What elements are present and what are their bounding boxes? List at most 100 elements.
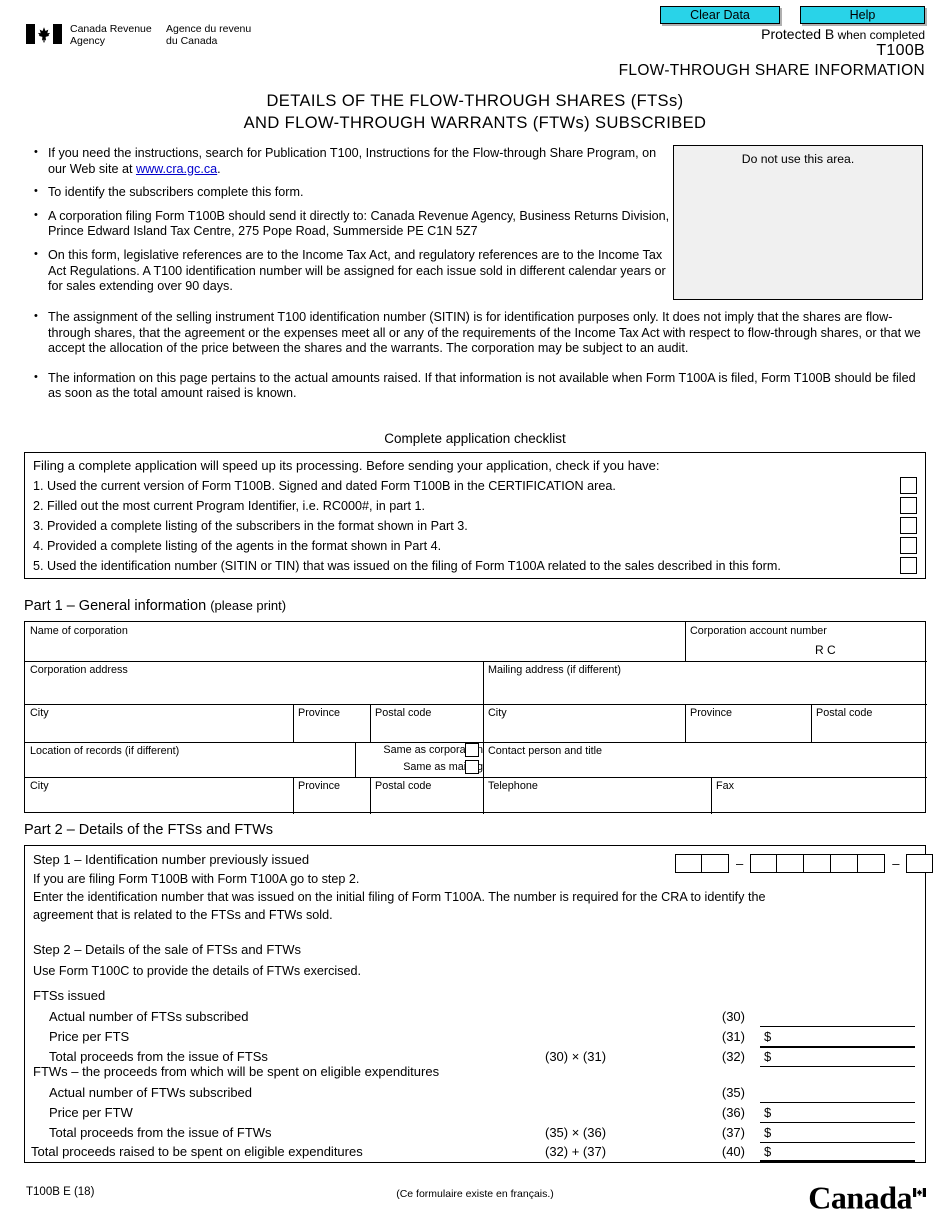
amount-input-30[interactable] (760, 1026, 915, 1027)
id-digit-cell[interactable] (675, 854, 702, 873)
divider (25, 704, 927, 705)
same-as-mailing-checkbox[interactable] (465, 760, 479, 774)
cra-website-link[interactable]: www.cra.gc.ca (136, 162, 217, 176)
bullet-text: To identify the subscribers complete thi… (48, 185, 304, 200)
divider (25, 777, 927, 778)
bullet-text: On this form, legislative references are… (48, 247, 666, 294)
page-title-line1: DETAILS OF THE FLOW-THROUGH SHARES (FTSs… (266, 92, 684, 110)
header-buttons: Clear Data Help (660, 6, 925, 26)
list-item: A corporation filing Form T100B should s… (30, 208, 670, 240)
cra-agency-fr-line1: Agence du revenu (166, 23, 252, 35)
id-digit-cell[interactable] (804, 854, 832, 873)
amount-input-32[interactable] (760, 1066, 915, 1067)
field-label: City (30, 780, 49, 792)
field-label: Mailing address (if different) (488, 664, 622, 676)
id-group-3[interactable] (906, 854, 934, 873)
row-formula-32: (30) × (31) (545, 1049, 607, 1064)
step2-title: Step 2 – Details of the sale of FTSs and… (33, 942, 302, 957)
id-digit-cell[interactable] (831, 854, 859, 873)
field-label: Postal code (375, 780, 432, 792)
part1-heading-sub: (please print) (210, 598, 287, 613)
amount-input-35[interactable] (760, 1102, 915, 1103)
field-label: Contact person and title (488, 745, 603, 757)
field-label: Postal code (816, 707, 873, 719)
field-label: Province (298, 707, 341, 719)
field-label: Telephone (488, 780, 538, 792)
id-digit-cell[interactable] (858, 854, 886, 873)
row-code-32: (32) (721, 1049, 745, 1064)
divider (355, 742, 356, 777)
field-label: Corporation address (30, 664, 128, 676)
divider (370, 777, 371, 814)
page-title-line2: AND FLOW-THROUGH WARRANTS (FTWs) SUBSCRI… (243, 114, 707, 132)
checklist-item-4: 4. Provided a complete listing of the ag… (33, 539, 442, 553)
do-not-use-area: Do not use this area. (673, 145, 923, 300)
id-digit-cell[interactable] (750, 854, 778, 873)
checklist-item-3: 3. Provided a complete listing of the su… (33, 519, 468, 533)
checklist-title: Complete application checklist (384, 431, 566, 446)
checklist-checkbox-3[interactable] (900, 517, 917, 534)
divider (685, 704, 686, 742)
clear-data-button[interactable]: Clear Data (660, 6, 780, 24)
checklist-checkbox-5[interactable] (900, 557, 917, 574)
cra-agency-en-line2: Agency (70, 34, 106, 47)
same-as-corporation-checkbox[interactable] (465, 743, 479, 757)
bullet-text-post: . (217, 161, 221, 176)
fts-heading: FTSs issued (33, 988, 106, 1003)
row-label-32: Total proceeds from the issue of FTSs (49, 1049, 268, 1064)
checklist-checkbox-2[interactable] (900, 497, 917, 514)
form-page: Clear Data Help Protected B when complet… (0, 0, 950, 1230)
currency-symbol: $ (764, 1125, 772, 1140)
amount-input-40[interactable] (760, 1160, 915, 1162)
part1-table: Name of corporation Corporation account … (24, 621, 927, 814)
part1-heading: Part 1 – General information (please pri… (24, 598, 286, 614)
form-title: FLOW-THROUGH SHARE INFORMATION (618, 62, 925, 79)
amount-input-36[interactable] (760, 1122, 915, 1123)
list-item: The information on this page pertains to… (30, 370, 928, 402)
cra-agency-text: Canada Revenue Agency Agence du revenu d… (70, 23, 252, 47)
row-code-35: (35) (721, 1085, 745, 1100)
rc-prefix: R C (815, 643, 836, 657)
list-item: The assignment of the selling instrument… (30, 309, 928, 357)
step1-line3: Enter the identification number that was… (33, 890, 766, 904)
field-label: Name of corporation (30, 625, 128, 637)
id-digit-cell[interactable] (702, 854, 729, 873)
row-label-40: Total proceeds raised to be spent on eli… (31, 1144, 363, 1159)
checklist-item-1: 1. Used the current version of Form T100… (33, 479, 616, 493)
list-item: On this form, legislative references are… (30, 247, 670, 295)
cra-agency-en: Canada Revenue Agency (70, 23, 166, 47)
help-button[interactable]: Help (800, 6, 925, 24)
amount-input-31[interactable] (760, 1046, 915, 1048)
instructions-list: If you need the instructions, search for… (30, 145, 670, 303)
divider (483, 742, 484, 814)
form-number: T100B (876, 42, 925, 59)
checklist-checkbox-4[interactable] (900, 537, 917, 554)
amount-input-37[interactable] (760, 1142, 915, 1143)
row-label-36: Price per FTW (49, 1105, 133, 1120)
field-label: Fax (716, 780, 734, 792)
row-label-31: Price per FTS (49, 1029, 130, 1044)
step1-line2: If you are filing Form T100B with Form T… (33, 872, 360, 886)
protected-b-notice: Protected B when completed (500, 26, 925, 42)
id-digit-cell[interactable] (906, 854, 934, 873)
divider (25, 661, 927, 662)
row-label-35: Actual number of FTWs subscribed (49, 1085, 253, 1100)
id-group-2[interactable] (750, 854, 886, 873)
page-title: DETAILS OF THE FLOW-THROUGH SHARES (FTSs… (0, 90, 950, 134)
checklist-checkbox-1[interactable] (900, 477, 917, 494)
row-code-31: (31) (721, 1029, 745, 1044)
identification-number-input[interactable]: – – (675, 854, 934, 873)
canada-wordmark: Canada (808, 1168, 926, 1217)
id-digit-cell[interactable] (777, 854, 805, 873)
cra-logo: Canada Revenue Agency Agence du revenu d… (26, 23, 252, 47)
canada-flag-mini-icon (913, 1168, 926, 1197)
cra-agency-en-line1: Canada Revenue (70, 23, 152, 35)
divider (293, 704, 294, 742)
field-label: Province (690, 707, 733, 719)
row-code-37: (37) (721, 1125, 745, 1140)
protected-b-suffix: when completed (834, 28, 925, 42)
checklist-box: Filing a complete application will speed… (24, 452, 926, 579)
id-group-1[interactable] (675, 854, 729, 873)
part2-box: Step 1 – Identification number previousl… (24, 845, 934, 1163)
checklist-intro: Filing a complete application will speed… (33, 458, 660, 473)
